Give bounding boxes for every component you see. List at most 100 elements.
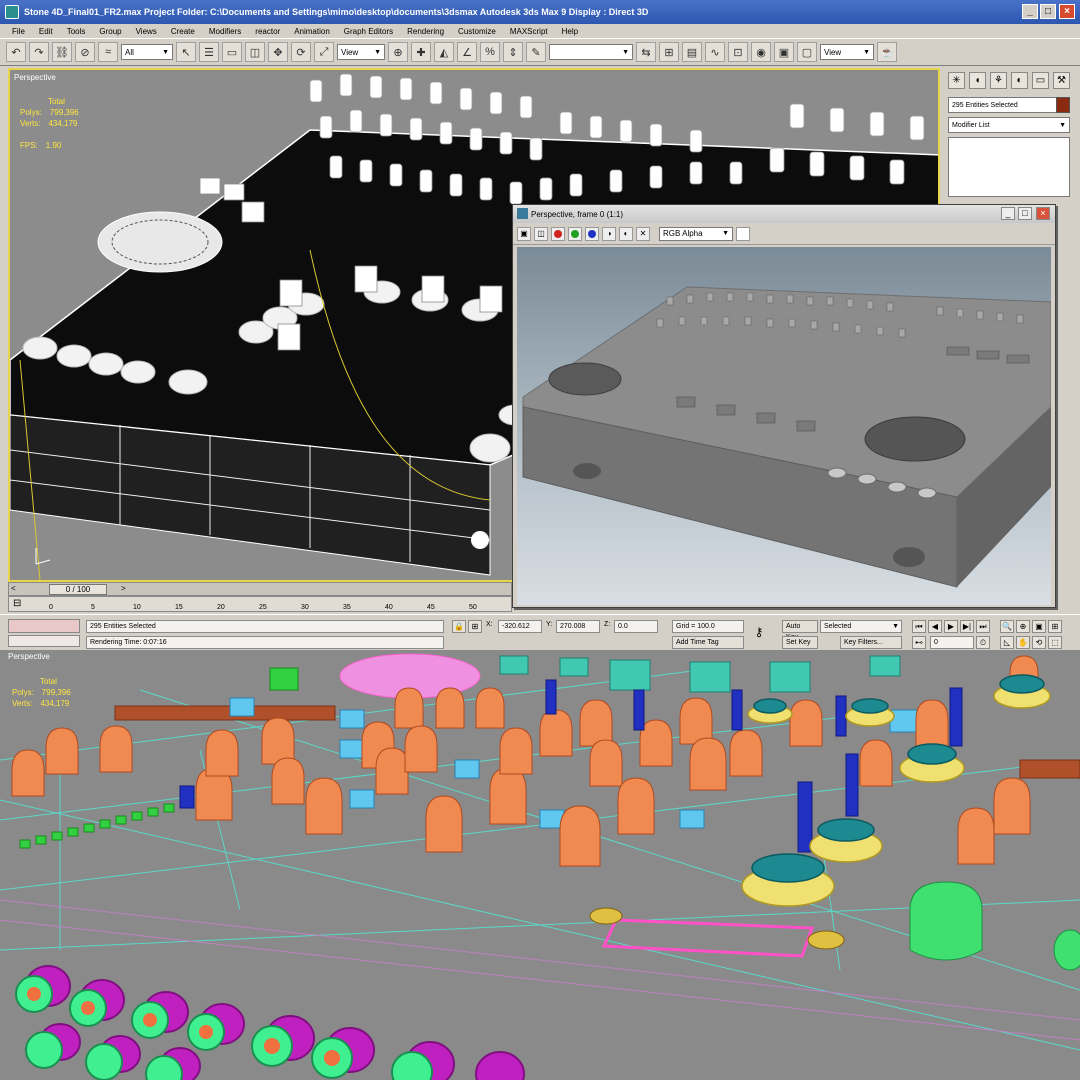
- material-editor-icon[interactable]: ◉: [751, 42, 771, 62]
- pivot-center-icon[interactable]: ⊕: [388, 42, 408, 62]
- minimize-button[interactable]: _: [1022, 4, 1038, 19]
- clone-window-icon[interactable]: ◫: [534, 226, 548, 241]
- alpha-channel-icon[interactable]: ◑: [602, 226, 616, 241]
- time-slider[interactable]: 0 / 100 < >: [8, 582, 512, 596]
- reference-coordinate-dropdown[interactable]: View ▼: [337, 44, 385, 60]
- rectangular-selection-icon[interactable]: ▭: [222, 42, 242, 62]
- menu-views[interactable]: Views: [134, 27, 159, 36]
- maximize-button[interactable]: □: [1040, 4, 1056, 19]
- maximize-viewport-icon[interactable]: ⬚: [1048, 636, 1062, 649]
- menu-create[interactable]: Create: [169, 27, 197, 36]
- viewport-label[interactable]: Perspective: [8, 652, 50, 661]
- hierarchy-tab-icon[interactable]: ⚘: [990, 72, 1007, 89]
- arc-rotate-icon[interactable]: ⟲: [1032, 636, 1046, 649]
- save-image-icon[interactable]: ▣: [517, 226, 531, 241]
- menu-edit[interactable]: Edit: [37, 27, 55, 36]
- modifier-stack[interactable]: [948, 137, 1070, 197]
- zoom-all-icon[interactable]: ⊕: [1016, 620, 1030, 633]
- key-filters-button[interactable]: Key Filters...: [840, 636, 902, 649]
- menu-animation[interactable]: Animation: [292, 27, 332, 36]
- schematic-view-icon[interactable]: ⊡: [728, 42, 748, 62]
- pan-view-icon[interactable]: ✋: [1016, 636, 1030, 649]
- close-button[interactable]: ×: [1059, 4, 1075, 19]
- angle-snap-icon[interactable]: ∠: [457, 42, 477, 62]
- motion-tab-icon[interactable]: ◐: [1011, 72, 1028, 89]
- layer-manager-icon[interactable]: ▤: [682, 42, 702, 62]
- auto-key-button[interactable]: Auto Key: [782, 620, 818, 641]
- select-and-rotate-icon[interactable]: ⟳: [291, 42, 311, 62]
- modifier-list-dropdown[interactable]: Modifier List ▼: [948, 117, 1070, 133]
- play-icon[interactable]: ▶: [944, 620, 958, 633]
- menu-tools[interactable]: Tools: [65, 27, 88, 36]
- field-of-view-icon[interactable]: ◺: [1000, 636, 1014, 649]
- spinner-snap-icon[interactable]: ⇕: [503, 42, 523, 62]
- time-slider-prev-icon[interactable]: <: [11, 584, 16, 593]
- previous-frame-icon[interactable]: ◀: [928, 620, 942, 633]
- menu-help[interactable]: Help: [560, 27, 580, 36]
- menu-customize[interactable]: Customize: [456, 27, 498, 36]
- quick-render-icon[interactable]: ☕: [877, 42, 897, 62]
- select-by-name-icon[interactable]: ☰: [199, 42, 219, 62]
- green-channel-icon[interactable]: [568, 226, 582, 241]
- percent-snap-icon[interactable]: %: [480, 42, 500, 62]
- set-key-button[interactable]: Set Key: [782, 636, 818, 649]
- key-icon[interactable]: ⚷: [752, 626, 766, 640]
- maxscript-listener-mini[interactable]: [8, 619, 80, 633]
- render-setup-icon[interactable]: ▣: [774, 42, 794, 62]
- x-coordinate-field[interactable]: -320.612: [498, 620, 542, 633]
- select-and-move-icon[interactable]: ✥: [268, 42, 288, 62]
- display-tab-icon[interactable]: ▭: [1032, 72, 1049, 89]
- object-color-swatch[interactable]: [1056, 97, 1070, 113]
- modify-tab-icon[interactable]: ◖: [969, 72, 986, 89]
- window-crossing-icon[interactable]: ◫: [245, 42, 265, 62]
- selection-filter-dropdown[interactable]: All ▼: [121, 44, 173, 60]
- undo-icon[interactable]: ↶: [6, 42, 26, 62]
- menu-file[interactable]: File: [10, 27, 27, 36]
- bind-space-warp-icon[interactable]: ≈: [98, 42, 118, 62]
- render-minimize-button[interactable]: _: [1001, 207, 1015, 220]
- menu-modifiers[interactable]: Modifiers: [207, 27, 243, 36]
- lock-selection-icon[interactable]: 🔒: [452, 620, 466, 633]
- render-frame-window-icon[interactable]: ▢: [797, 42, 817, 62]
- snaps-toggle-icon[interactable]: ◭: [434, 42, 454, 62]
- select-object-icon[interactable]: ↖: [176, 42, 196, 62]
- zoom-icon[interactable]: 🔍: [1000, 620, 1014, 633]
- perspective-viewport-wireframe[interactable]: Perspective Total Polys: 799,396 Verts: 43…: [0, 650, 1080, 1080]
- go-to-end-icon[interactable]: ⏭: [976, 620, 990, 633]
- edit-named-selection-icon[interactable]: ✎: [526, 42, 546, 62]
- time-slider-next-icon[interactable]: >: [121, 584, 126, 593]
- named-selection-sets-dropdown[interactable]: ▼: [549, 44, 633, 60]
- clear-icon[interactable]: ✕: [636, 226, 650, 241]
- menu-group[interactable]: Group: [97, 27, 123, 36]
- menu-reactor[interactable]: reactor: [253, 27, 282, 36]
- utilities-tab-icon[interactable]: ⚒: [1053, 72, 1070, 89]
- next-frame-icon[interactable]: ▶|: [960, 620, 974, 633]
- key-mode-toggle-icon[interactable]: ⊷: [912, 636, 926, 649]
- current-frame-field[interactable]: 0: [930, 636, 974, 649]
- render-maximize-button[interactable]: □: [1018, 207, 1032, 220]
- monochrome-icon[interactable]: ◐: [619, 226, 633, 241]
- trackbar[interactable]: ⊟ 0 5 10 15 20 25 30 35 40 45 50: [8, 596, 512, 612]
- menu-graph-editors[interactable]: Graph Editors: [342, 27, 395, 36]
- menu-rendering[interactable]: Rendering: [405, 27, 446, 36]
- key-mode-dropdown[interactable]: Selected ▼: [820, 620, 902, 633]
- channel-display-dropdown[interactable]: RGB Alpha ▼: [659, 226, 733, 241]
- render-type-dropdown[interactable]: View ▼: [820, 44, 874, 60]
- curve-editor-mini-icon[interactable]: ⊟: [13, 598, 21, 609]
- absolute-mode-icon[interactable]: ⊞: [468, 620, 482, 633]
- zoom-extents-all-icon[interactable]: ⊞: [1048, 620, 1062, 633]
- align-icon[interactable]: ⊞: [659, 42, 679, 62]
- time-slider-thumb[interactable]: 0 / 100: [49, 584, 107, 595]
- blue-channel-icon[interactable]: [585, 226, 599, 241]
- unlink-icon[interactable]: ⊘: [75, 42, 95, 62]
- select-and-link-icon[interactable]: ⛓: [52, 42, 72, 62]
- mirror-icon[interactable]: ⇆: [636, 42, 656, 62]
- zoom-extents-icon[interactable]: ▣: [1032, 620, 1046, 633]
- color-swatch[interactable]: [736, 226, 750, 241]
- z-coordinate-field[interactable]: 0.0: [614, 620, 658, 633]
- selection-name-field[interactable]: 295 Entities Selected: [948, 97, 1070, 113]
- select-and-scale-icon[interactable]: ⤢: [314, 42, 334, 62]
- y-coordinate-field[interactable]: 270.008: [556, 620, 600, 633]
- go-to-start-icon[interactable]: ⏮: [912, 620, 926, 633]
- render-close-button[interactable]: ×: [1036, 207, 1050, 220]
